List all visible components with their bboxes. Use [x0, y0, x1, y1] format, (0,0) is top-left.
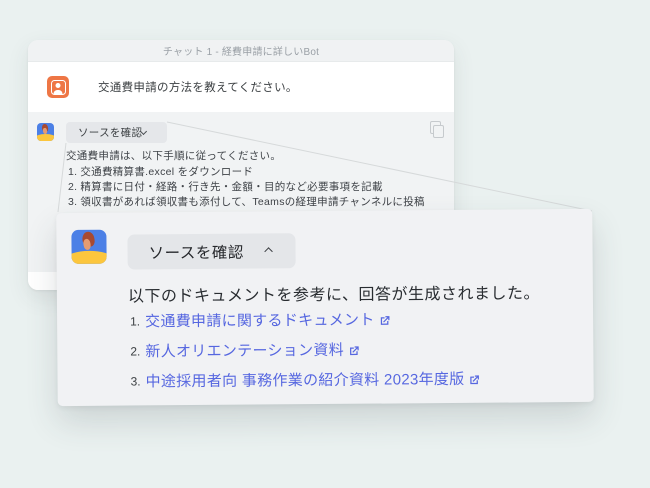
bot-avatar-face — [42, 127, 46, 133]
source-link-label: 新人オリエンテーション資料 — [145, 341, 344, 362]
source-number: 1. — [130, 312, 140, 331]
copy-icon — [429, 121, 445, 138]
source-link[interactable]: 交通費申請に関するドキュメント — [145, 310, 391, 331]
source-link-label: 交通費申請に関するドキュメント — [145, 311, 375, 332]
external-link-icon — [347, 345, 360, 358]
step-number: 1. — [68, 165, 77, 180]
sources-toggle-button-expanded[interactable]: ソースを確認 — [127, 233, 295, 269]
bot-avatar-shirt — [71, 251, 106, 264]
source-links-list: 1. 交通費申請に関するドキュメント 2. 新人オリエンテーション資料 3. 中… — [130, 310, 481, 403]
user-message-text: 交通費申請の方法を教えてください。 — [98, 62, 298, 112]
sources-button-label: ソースを確認 — [148, 240, 243, 263]
bot-avatar — [37, 123, 54, 141]
source-link[interactable]: 新人オリエンテーション資料 — [145, 341, 360, 362]
source-link-label: 中途採用者向 事務作業の紹介資料 2023年度版 — [146, 370, 465, 392]
sources-description: 以下のドキュメントを参考に、回答が生成されました。 — [128, 279, 540, 306]
bot-steps-list: 1.交通費精算書.excel をダウンロード 2.精算書に日付・経路・行き先・金… — [68, 165, 425, 210]
chat-header: チャット 1 - 経費申請に詳しいBot — [28, 40, 454, 62]
bot-step: 1.交通費精算書.excel をダウンロード — [68, 165, 425, 180]
external-link-icon — [467, 374, 480, 387]
bot-avatar-shirt — [37, 134, 54, 141]
step-number: 3. — [68, 195, 77, 210]
user-avatar — [47, 76, 69, 98]
bot-intro-text: 交通費申請は、以下手順に従ってください。 — [66, 148, 281, 163]
copy-button[interactable] — [429, 121, 445, 138]
sources-toggle-button-collapsed[interactable]: ソースを確認 — [66, 122, 167, 143]
source-link-item: 3. 中途採用者向 事務作業の紹介資料 2023年度版 — [131, 370, 481, 403]
step-text: 交通費精算書.excel をダウンロード — [80, 166, 253, 178]
step-text: 精算書に日付・経路・行き先・金額・目的など必要事項を記載 — [80, 181, 382, 193]
source-link-item: 2. 新人オリエンテーション資料 — [130, 340, 480, 373]
screen: チャット 1 - 経費申請に詳しいBot 交通費申請の方法を教えてください。 ソ… — [0, 0, 650, 488]
external-link-icon — [378, 314, 391, 327]
sources-button-label: ソースを確認 — [78, 125, 142, 140]
user-message-row: 交通費申請の方法を教えてください。 — [28, 62, 454, 112]
source-link-item: 1. 交通費申請に関するドキュメント — [130, 310, 480, 343]
step-number: 2. — [68, 180, 77, 195]
source-number: 2. — [130, 342, 140, 361]
bot-avatar — [71, 230, 106, 264]
chat-window-title: チャット 1 - 経費申請に詳しいBot — [163, 43, 319, 58]
step-text: 領収書があれば領収書も添付して、Teamsの経理申請チャンネルに投稿 — [80, 196, 424, 208]
chevron-up-icon — [264, 247, 272, 255]
bot-step: 2.精算書に日付・経路・行き先・金額・目的など必要事項を記載 — [68, 180, 425, 195]
sources-popover: ソースを確認 以下のドキュメントを参考に、回答が生成されました。 1. 交通費申… — [56, 209, 593, 406]
bot-step: 3.領収書があれば領収書も添付して、Teamsの経理申請チャンネルに投稿 — [68, 195, 425, 210]
person-icon — [51, 80, 66, 95]
source-link[interactable]: 中途採用者向 事務作業の紹介資料 2023年度版 — [146, 370, 481, 392]
source-number: 3. — [131, 372, 141, 391]
